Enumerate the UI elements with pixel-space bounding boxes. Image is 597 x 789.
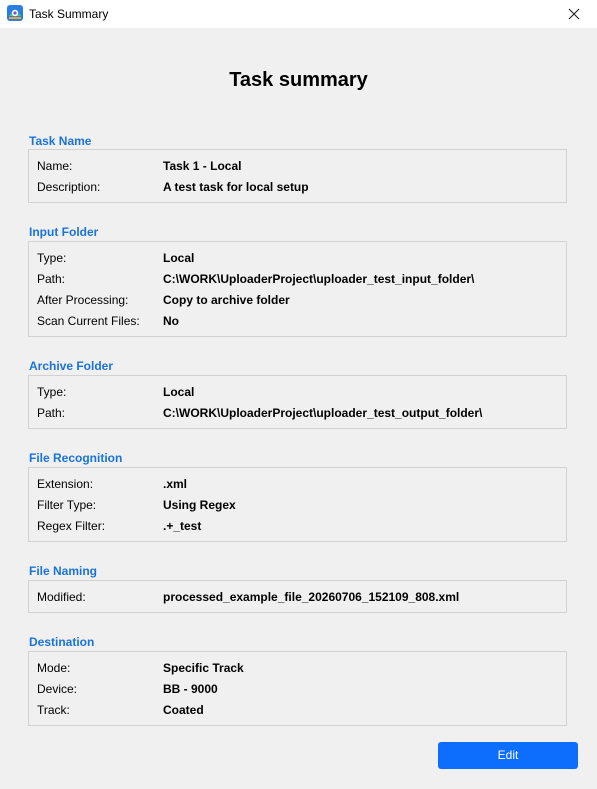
row-value: Copy to archive folder bbox=[163, 293, 290, 307]
row-label: Track: bbox=[37, 703, 70, 717]
row-value: No bbox=[163, 314, 179, 328]
section-task-name: Name: Task 1 - Local Description: A test… bbox=[28, 149, 567, 203]
row-value: .+_test bbox=[163, 519, 202, 533]
edit-button[interactable]: Edit bbox=[438, 742, 578, 769]
row-label: After Processing: bbox=[37, 293, 129, 307]
task-summary-window: Task Summary Task summary Task Name Name… bbox=[0, 0, 597, 789]
section-file-recognition: Extension: .xml Filter Type: Using Regex… bbox=[28, 467, 567, 542]
row-value: Using Regex bbox=[163, 498, 236, 512]
row-value: BB - 9000 bbox=[163, 682, 218, 696]
row-label: Modified: bbox=[37, 590, 86, 604]
row-label: Description: bbox=[37, 180, 101, 194]
row-value: Coated bbox=[163, 703, 204, 717]
section-destination: Mode: Specific Track Device: BB - 9000 T… bbox=[28, 651, 567, 726]
close-button[interactable] bbox=[551, 0, 597, 28]
row-value: A test task for local setup bbox=[163, 180, 309, 194]
row-value: Local bbox=[163, 251, 195, 265]
section-file-naming: Modified: processed_example_file_2026070… bbox=[28, 580, 567, 613]
section-title-file-naming: File Naming bbox=[29, 564, 98, 578]
row-label: Name: bbox=[37, 159, 73, 173]
section-input-folder: Type: Local Path: C:\WORK\UploaderProjec… bbox=[28, 241, 567, 337]
section-title-file-recognition: File Recognition bbox=[29, 451, 123, 465]
page-title: Task summary bbox=[229, 69, 368, 91]
row-value: Specific Track bbox=[163, 661, 244, 675]
row-value: Task 1 - Local bbox=[163, 159, 242, 173]
row-label: Path: bbox=[37, 272, 66, 286]
title-bar: Task Summary bbox=[0, 0, 597, 28]
row-label: Scan Current Files: bbox=[37, 314, 140, 328]
row-label: Extension: bbox=[37, 477, 94, 491]
app-logo-icon bbox=[7, 5, 23, 21]
row-value: .xml bbox=[163, 477, 188, 491]
row-label: Device: bbox=[37, 682, 78, 696]
row-label: Type: bbox=[37, 385, 67, 399]
row-value: Local bbox=[163, 385, 195, 399]
section-title-input-folder: Input Folder bbox=[29, 225, 99, 239]
row-label: Mode: bbox=[37, 661, 71, 675]
row-label: Filter Type: bbox=[37, 498, 97, 512]
section-title-destination: Destination bbox=[29, 635, 95, 649]
section-title-archive-folder: Archive Folder bbox=[29, 359, 114, 373]
section-archive-folder: Type: Local Path: C:\WORK\UploaderProjec… bbox=[28, 375, 567, 429]
close-icon bbox=[568, 8, 580, 20]
row-value: processed_example_file_20260706_152109_8… bbox=[163, 590, 460, 604]
row-label: Regex Filter: bbox=[37, 519, 106, 533]
section-title-task-name: Task Name bbox=[29, 134, 92, 148]
row-value: C:\WORK\UploaderProject\uploader_test_ou… bbox=[163, 406, 483, 420]
window-title: Task Summary bbox=[29, 7, 109, 21]
row-label: Type: bbox=[37, 251, 67, 265]
row-value: C:\WORK\UploaderProject\uploader_test_in… bbox=[163, 272, 475, 286]
row-label: Path: bbox=[37, 406, 66, 420]
